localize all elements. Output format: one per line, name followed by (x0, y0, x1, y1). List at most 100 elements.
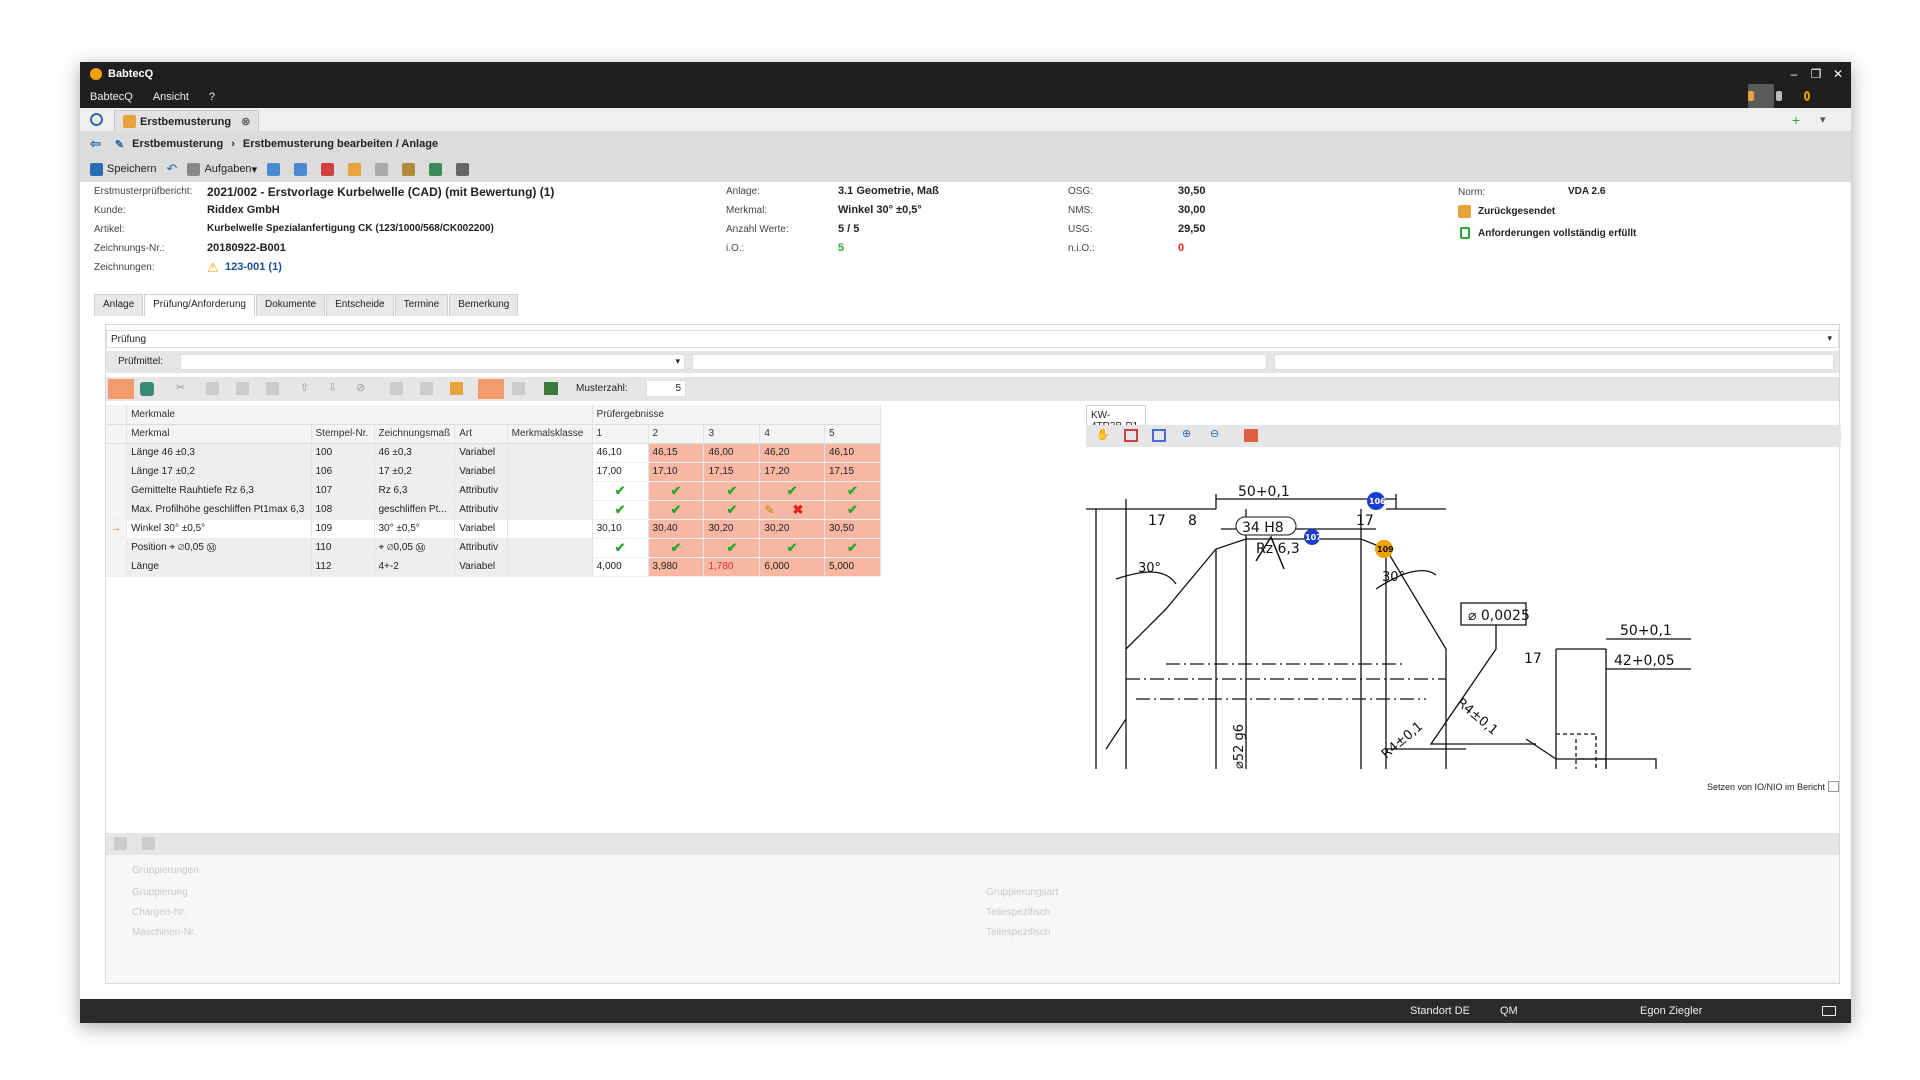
cell-check[interactable]: ✔ (824, 538, 882, 558)
musterzahl-input[interactable]: 5 (646, 380, 686, 397)
close-tab-icon[interactable]: ⊗ (241, 115, 250, 128)
filter-icon[interactable] (140, 382, 154, 396)
col-header-merkmal[interactable]: Merkmal (126, 424, 312, 444)
tab-anlage[interactable]: Anlage (94, 294, 144, 316)
table-row[interactable]: Länge 17 ±0,2 106 17 ±0,2 Variabel 17,00… (106, 462, 882, 482)
pruefmittel-select[interactable]: ▾ (180, 354, 685, 370)
breadcrumb-root[interactable]: Erstbemusterung (132, 138, 223, 150)
cell-check[interactable]: ✔ (759, 481, 825, 501)
tab-pruefung[interactable]: Prüfung/Anforderung (144, 294, 255, 316)
save-button[interactable]: Speichern (90, 162, 157, 176)
mail-icon[interactable] (1822, 1006, 1836, 1016)
cell-check[interactable]: ✔ (648, 500, 705, 520)
tab-dokumente[interactable]: Dokumente (255, 294, 326, 316)
col-header-4[interactable]: 4 (759, 424, 825, 444)
cell-value[interactable]: 46,10 (592, 443, 649, 463)
col-header-2[interactable]: 2 (648, 424, 705, 444)
status-location[interactable]: Standort DE (1410, 1005, 1470, 1017)
batch-no-label[interactable]: Chargen-Nr. (132, 907, 186, 918)
cell-check[interactable]: ✎ ✖ (759, 500, 825, 520)
grouping-delete-icon[interactable] (142, 837, 155, 850)
delete-row-icon[interactable] (266, 382, 279, 395)
cut-icon[interactable]: ✂ (176, 381, 185, 394)
cell-value[interactable]: 17,00 (592, 462, 649, 482)
pin-icon[interactable] (478, 379, 504, 399)
table-row[interactable]: Länge 46 ±0,3 100 46 ±0,3 Variabel 46,10… (106, 443, 882, 463)
merge-icon[interactable] (420, 382, 433, 395)
cell-check[interactable]: ✔ (592, 481, 649, 501)
print-button[interactable] (456, 162, 473, 176)
cell-merkmal[interactable]: Winkel 30° ±0,5° (126, 519, 312, 539)
cell-value[interactable]: 17,20 (759, 462, 825, 482)
copy-row-icon[interactable] (206, 382, 219, 395)
back-arrow-icon[interactable]: ⇦ (90, 136, 101, 152)
cell-check[interactable]: ✔ (703, 538, 761, 558)
delete-button[interactable] (321, 162, 338, 176)
fit-icon[interactable] (1152, 429, 1166, 442)
menu-ansicht[interactable]: Ansicht (153, 91, 189, 103)
zoom-in-icon[interactable]: ⊕ (1182, 427, 1191, 440)
pruefmittel-field-3[interactable] (1274, 354, 1834, 370)
tab-termine[interactable]: Termine (394, 294, 449, 316)
cell-check[interactable]: ✔ (648, 538, 705, 558)
cell-value[interactable]: 30,10 (592, 519, 649, 539)
table-row[interactable]: Position ⌖ ⌀0,05 Ⓜ 110 ⌖ ⌀0,05 Ⓜ Attribu… (106, 538, 882, 558)
cell-value[interactable]: 46,15 (648, 443, 705, 463)
pruefmittel-field-2[interactable] (692, 354, 1267, 370)
cell-merkmal[interactable]: Gemittelte Rauhtiefe Rz 6,3 (126, 481, 312, 501)
move-up-icon[interactable]: ⇧ (300, 381, 309, 394)
cell-value[interactable]: 5,000 (824, 557, 882, 577)
pan-hand-icon[interactable]: ✋ (1096, 428, 1110, 441)
export-pdf-icon[interactable] (1244, 429, 1258, 442)
zoom-out-icon[interactable]: ⊖ (1210, 427, 1219, 440)
edit-pencil-icon[interactable]: ✎ (764, 503, 774, 517)
view-eye-icon[interactable] (108, 379, 134, 399)
cell-merkmal[interactable]: Länge (126, 557, 312, 577)
tab-erstbemusterung[interactable]: Erstbemusterung ⊗ (114, 110, 260, 132)
split-icon[interactable] (390, 382, 403, 395)
chart-icon[interactable] (544, 382, 558, 395)
cell-check[interactable]: ✔ (824, 500, 882, 520)
tasks-button[interactable]: Aufgaben ▾ (187, 162, 257, 176)
grouping-copy-icon[interactable] (114, 837, 127, 850)
table-row-current[interactable]: → Winkel 30° ±0,5° 109 30° ±0,5° Variabe… (106, 519, 882, 539)
cell-merkmal[interactable]: Länge 46 ±0,3 (126, 443, 312, 463)
export-button[interactable] (402, 162, 419, 176)
col-header-art[interactable]: Art (454, 424, 508, 444)
tab-bemerkung[interactable]: Bemerkung (449, 294, 519, 316)
set-io-nio-checkbox[interactable] (1828, 781, 1839, 792)
cell-check[interactable]: ✔ (824, 481, 882, 501)
copy-button[interactable] (267, 162, 284, 176)
cell-value-out-of-tolerance[interactable]: 1,780 (703, 557, 761, 577)
paste-button[interactable] (294, 162, 311, 176)
report-button[interactable] (375, 162, 392, 176)
user-icon[interactable] (1748, 84, 1774, 108)
cell-value[interactable]: 4,000 (592, 557, 649, 577)
cell-value[interactable]: 17,15 (824, 462, 882, 482)
cell-value[interactable]: 6,000 (759, 557, 825, 577)
add-tab-icon[interactable]: + (1792, 112, 1800, 128)
tab-menu-icon[interactable]: ▾ (1820, 113, 1826, 126)
cell-check[interactable]: ✔ (592, 538, 649, 558)
cell-value[interactable]: 30,20 (759, 519, 825, 539)
col-header-merkmalsklasse[interactable]: Merkmalsklasse (507, 424, 593, 444)
cell-value[interactable]: 46,10 (824, 443, 882, 463)
block-icon[interactable]: ⊘ (356, 381, 365, 394)
undo-button[interactable]: ↶ (167, 161, 178, 177)
cell-check[interactable]: ✔ (592, 500, 649, 520)
cell-value[interactable]: 46,00 (703, 443, 761, 463)
home-icon[interactable] (90, 113, 103, 126)
attach-button[interactable] (429, 162, 446, 176)
col-header-3[interactable]: 3 (703, 424, 761, 444)
paste-row-icon[interactable] (236, 382, 249, 395)
cell-value[interactable]: 3,980 (648, 557, 705, 577)
col-header-stempel[interactable]: Stempel-Nr. (311, 424, 375, 444)
cell-check[interactable]: ✔ (759, 538, 825, 558)
table-row[interactable]: Gemittelte Rauhtiefe Rz 6,3 107 Rz 6,3 A… (106, 481, 882, 501)
cell-merkmal[interactable]: Länge 17 ±0,2 (126, 462, 312, 482)
handle-icon[interactable] (512, 382, 525, 395)
col-header-zeichnungsmass[interactable]: Zeichnungsmaß (374, 424, 456, 444)
tag-icon[interactable] (450, 382, 463, 395)
cell-value[interactable]: 30,20 (703, 519, 761, 539)
status-user[interactable]: Egon Ziegler (1640, 1005, 1702, 1017)
